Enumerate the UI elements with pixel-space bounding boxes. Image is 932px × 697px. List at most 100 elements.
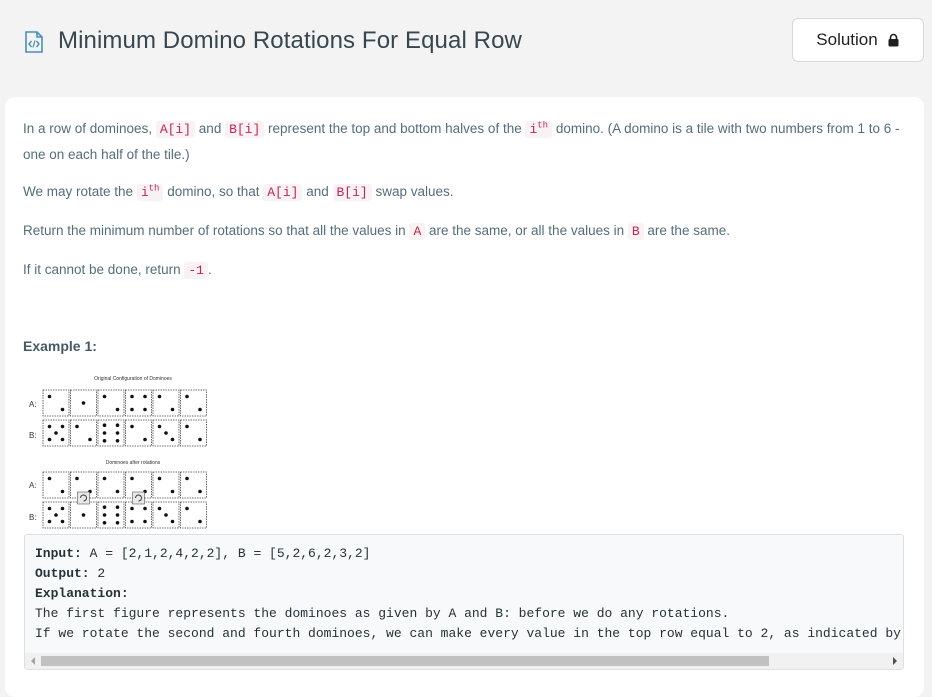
explanation-line-2: If we rotate the second and fourth domin…: [35, 626, 904, 641]
domino-pip: [115, 423, 120, 427]
domino-pip: [198, 437, 202, 442]
row-a-label-2: A:: [29, 481, 37, 490]
domino-pip: [115, 439, 120, 443]
domino-pip: [115, 489, 120, 494]
figure-caption-bottom: Dominoes after rotations: [106, 460, 161, 466]
domino-pip: [102, 423, 107, 427]
p1-code-2: B[i]: [225, 121, 265, 138]
explanation-label-text: Explanation:: [35, 586, 129, 601]
domino-top-rotated: [97, 471, 125, 499]
domino-pip: [54, 513, 58, 517]
domino-pip: [115, 431, 120, 435]
domino-pip: [185, 506, 189, 511]
domino-pip: [157, 506, 162, 511]
domino-pip: [143, 407, 147, 412]
domino-pip: [47, 424, 52, 429]
domino-pip: [60, 489, 65, 494]
domino-pip: [75, 476, 79, 481]
domino-pip: [143, 437, 147, 442]
domino-pip: [88, 437, 92, 442]
domino-pip: [60, 407, 65, 412]
domino-pip: [130, 506, 134, 511]
domino-bottom-original: [180, 419, 207, 447]
horizontal-scrollbar[interactable]: [25, 653, 903, 669]
row-b-label-1: B:: [29, 431, 37, 440]
domino-bottom-rotated: [125, 501, 152, 529]
p1-text-1: In a row of dominoes,: [23, 121, 156, 136]
domino-pip: [47, 394, 52, 399]
domino-pip: [130, 407, 134, 412]
explanation-label: Explanation:: [35, 586, 129, 601]
explanation-line-1: The first figure represents the dominoes…: [35, 606, 730, 621]
p2-text-3: and: [302, 184, 333, 199]
p3-code-1: A: [409, 223, 426, 240]
domino-pip: [130, 394, 134, 399]
domino-pip: [157, 394, 162, 399]
domino-pip: [102, 431, 107, 435]
p1-code-3: ith: [525, 120, 553, 138]
domino-pip: [130, 476, 134, 481]
rotate-icon: [132, 491, 145, 505]
domino-pip: [47, 519, 52, 524]
domino-pip: [60, 437, 65, 442]
domino-pip: [47, 506, 52, 511]
p2-code-3: B[i]: [332, 184, 372, 201]
domino-pip: [102, 476, 107, 481]
domino-pip: [54, 431, 58, 435]
p2-text-1: We may rotate the: [23, 184, 137, 199]
p2-code-2: A[i]: [263, 184, 303, 201]
scrollbar-thumb[interactable]: [41, 656, 769, 666]
domino-pip: [164, 431, 168, 435]
description-paragraph-2: We may rotate the ith domino, so that A[…: [23, 179, 903, 205]
page-title: Minimum Domino Rotations For Equal Row: [58, 27, 522, 54]
domino-figure: Original Configuration of Dominoes Domin…: [29, 376, 207, 529]
description-paragraph-3: Return the minimum number of rotations s…: [23, 218, 903, 244]
domino-pip: [185, 394, 189, 399]
p2-text-4: swap values.: [371, 184, 454, 199]
domino-pip: [115, 521, 120, 525]
solution-button[interactable]: Solution: [792, 18, 924, 62]
domino-pip: [143, 519, 147, 524]
p1-sup: th: [537, 120, 549, 131]
domino-bottom-rotated: [97, 501, 125, 529]
description-paragraph-4: If it cannot be done, return -1.: [23, 257, 903, 283]
domino-pip: [185, 476, 189, 481]
domino-pip: [170, 407, 175, 412]
domino-pip: [143, 394, 147, 399]
domino-pip: [198, 407, 202, 412]
domino-pip: [81, 401, 86, 405]
domino-top-rotated: [180, 471, 207, 499]
description-paragraph-1: In a row of dominoes, A[i] and B[i] repr…: [23, 116, 903, 167]
domino-pip: [75, 424, 79, 429]
domino-bottom-rotated: [180, 501, 207, 529]
p4-code-1: -1: [184, 262, 208, 279]
row-b-label-2: B:: [29, 513, 37, 522]
domino-bottom-original: [125, 419, 152, 447]
p2-code-1-text: i: [140, 185, 149, 200]
domino-top-rotated: [152, 471, 180, 499]
domino-pip: [102, 513, 107, 517]
p3-text-2: are the same, or all the values in: [425, 223, 628, 238]
scroll-right-icon[interactable]: [891, 657, 899, 665]
domino-top-original: [152, 389, 180, 417]
example-code-block: Input: A = [2,1,2,4,2,2], B = [5,2,6,2,3…: [24, 534, 904, 670]
domino-bottom-original: [70, 419, 97, 447]
domino-pip: [170, 519, 175, 524]
domino-pip: [157, 424, 162, 429]
lock-icon: [888, 33, 899, 47]
scroll-left-icon[interactable]: [29, 657, 37, 665]
domino-pip: [102, 439, 107, 443]
domino-pip: [164, 513, 168, 517]
input-value: A = [2,1,2,4,2,2], B = [5,2,6,2,3,2]: [81, 546, 371, 561]
domino-top-original: [97, 389, 125, 417]
domino-pip: [115, 407, 120, 412]
domino-pip: [102, 505, 107, 509]
domino-pip: [170, 437, 175, 442]
p3-text-1: Return the minimum number of rotations s…: [23, 223, 410, 238]
p1-text-2: and: [195, 121, 226, 136]
row-a-label-1: A:: [29, 400, 37, 409]
domino-pip: [115, 505, 120, 509]
domino-pip: [130, 424, 134, 429]
domino-pip: [60, 424, 65, 429]
code-file-icon: [25, 31, 43, 53]
